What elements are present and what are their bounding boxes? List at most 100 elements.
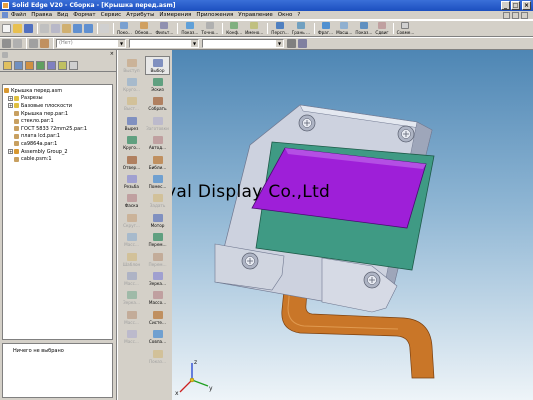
cut-icon[interactable] [40, 24, 49, 33]
menu-edit[interactable]: Правка [31, 12, 52, 18]
copy-icon[interactable] [51, 24, 60, 33]
pathfinder-tab-icon[interactable] [3, 61, 12, 70]
toolbar-button-points[interactable]: Точно... [200, 21, 219, 36]
screw-bottom-left[interactable] [241, 252, 259, 270]
command-button[interactable]: Автод... [145, 134, 170, 153]
features-tab-icon[interactable] [25, 61, 34, 70]
menu-measure[interactable]: Измерения [159, 12, 191, 18]
tree-item[interactable]: Крышка перед.asm [4, 87, 111, 95]
screw-top-right[interactable] [397, 125, 415, 143]
tree-expander-icon[interactable]: + [8, 95, 13, 101]
command-button[interactable]: Масс... [119, 231, 144, 250]
toolbar-button-combine[interactable]: Совме... [396, 21, 416, 36]
toolbar-button-named[interactable]: Имено... [244, 21, 264, 36]
toolbar-button-fit[interactable]: Показ... [354, 21, 373, 36]
command-button[interactable]: Задать [145, 192, 170, 211]
layers-tab-icon[interactable] [14, 61, 23, 70]
command-button[interactable]: Круго... [119, 75, 144, 94]
toolbar-button-pan[interactable]: Сдвиг [374, 21, 389, 36]
command-button[interactable]: Шаблон [119, 250, 144, 269]
tree-item[interactable]: + Assembly Group_2 [4, 148, 111, 156]
toolbar-button-refresh[interactable]: Обнов... [134, 21, 154, 36]
options-tab-icon[interactable] [69, 61, 78, 70]
command-button[interactable]: Перем... [145, 250, 170, 269]
toolbar-button-config[interactable]: Конф... [225, 21, 243, 36]
command-button[interactable]: Масс... [119, 308, 144, 327]
command-button[interactable]: Масс... [119, 269, 144, 288]
tree-expander-icon[interactable]: + [8, 149, 13, 155]
menu-help[interactable]: ? [297, 12, 300, 18]
sensors-tab-icon[interactable] [47, 61, 56, 70]
undo-icon[interactable] [73, 24, 82, 33]
tree-item[interactable]: + Базовые плоскости [4, 102, 111, 110]
alerts-tab-icon[interactable] [58, 61, 67, 70]
menu-file[interactable]: Файл [11, 12, 26, 18]
bold-icon[interactable] [287, 39, 296, 48]
save-icon[interactable] [24, 24, 33, 33]
command-button[interactable]: Массо... [145, 289, 170, 308]
tree-item[interactable]: плата lcd.par:1 [4, 133, 111, 141]
close-button[interactable]: × [522, 1, 531, 10]
toolbar-button-zoom[interactable]: Масш... [335, 21, 353, 36]
toolbar-button-display[interactable]: Показ... [180, 21, 199, 36]
menu-manage[interactable]: Управление [238, 12, 273, 18]
tree-item[interactable]: ГОСТ 5833 ?2mm25.par:1 [4, 125, 111, 133]
toolbar-button-face[interactable]: Грань ... [291, 21, 311, 36]
title-bar[interactable]: Solid Edge V20 - Сборка - [Крышка перед.… [0, 0, 533, 11]
command-button[interactable]: Отвер... [119, 153, 144, 172]
command-button[interactable]: Помес... [145, 172, 170, 191]
paste-icon[interactable] [62, 24, 71, 33]
command-button[interactable]: Зерка... [119, 289, 144, 308]
help-icon[interactable] [100, 24, 109, 33]
command-button[interactable]: Мотор [145, 211, 170, 230]
command-button[interactable]: Эскиз [145, 75, 170, 94]
part-icon[interactable] [40, 39, 49, 48]
command-button[interactable]: Выст... [119, 95, 144, 114]
doc-minimize-button[interactable] [503, 12, 510, 19]
command-button[interactable]: Выбор [145, 56, 170, 76]
toolbar-button-perspective[interactable]: Персп... [270, 21, 289, 36]
doc-close-button[interactable] [521, 12, 528, 19]
screw-top-left[interactable] [298, 114, 316, 132]
material-combo[interactable]: ▼ [202, 39, 284, 48]
tree-item[interactable]: cable.psm:1 [4, 155, 111, 163]
menu-attributes[interactable]: Атрибуты [126, 12, 154, 18]
tree-item[interactable]: стекло.par:1 [4, 117, 111, 125]
tree-item[interactable]: ca9864a.par:1 [4, 140, 111, 148]
link-icon[interactable] [29, 39, 38, 48]
library-tab-icon[interactable] [36, 61, 45, 70]
layer-combo[interactable]: (Нет) ▼ [56, 39, 126, 48]
minimize-button[interactable]: _ [501, 1, 510, 10]
command-button[interactable]: Перем... [145, 231, 170, 250]
style-icon[interactable] [13, 39, 22, 48]
pin-icon[interactable] [2, 52, 8, 58]
command-button[interactable]: Круго... [119, 134, 144, 153]
command-button[interactable]: Зерка... [145, 269, 170, 288]
command-button[interactable]: Показ... [145, 347, 170, 366]
command-button[interactable]: Фаска [119, 192, 144, 211]
open-icon[interactable] [13, 24, 22, 33]
layer-icon[interactable] [2, 39, 11, 48]
menu-service[interactable]: Сервис [101, 12, 122, 18]
document-icon[interactable] [2, 12, 8, 18]
tree-item[interactable]: + Разрезы [4, 95, 111, 103]
toolbar-button-show[interactable]: Поко... [116, 21, 133, 36]
redo-icon[interactable] [84, 24, 93, 33]
style-combo[interactable]: ▼ [129, 39, 199, 48]
screw-bottom-right[interactable] [363, 271, 381, 289]
menu-applications[interactable]: Приложения [196, 12, 233, 18]
command-button[interactable]: Собрать [145, 95, 170, 114]
command-button[interactable]: Вырез [119, 114, 144, 133]
command-button[interactable]: Выступ [119, 56, 144, 75]
toolbar-button-filter[interactable]: Фильт... [154, 21, 174, 36]
menu-window[interactable]: Окно [278, 12, 293, 18]
command-button[interactable]: Совпа... [145, 327, 170, 346]
command-button[interactable]: Резьба [119, 172, 144, 191]
command-button[interactable]: Систе... [145, 308, 170, 327]
menu-format[interactable]: Формат [73, 12, 95, 18]
panel-close-icon[interactable]: × [110, 51, 114, 57]
model-canvas[interactable]: x y z [172, 50, 533, 400]
tree-expander-icon[interactable]: + [8, 103, 13, 109]
new-icon[interactable] [2, 24, 11, 33]
doc-restore-button[interactable] [512, 12, 519, 19]
